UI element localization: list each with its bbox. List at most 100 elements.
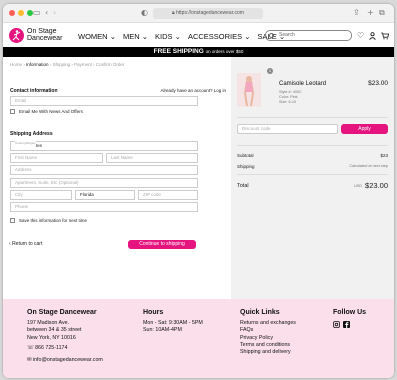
product-style: Style #: 400C [279, 90, 302, 94]
country-select[interactable]: Country/Region United States [10, 139, 198, 151]
product-size: Size: 6-10 [279, 100, 297, 104]
subtotal-value: $23 [380, 153, 388, 158]
chevron-down-icon: ⌄ [244, 32, 251, 41]
return-to-cart-link[interactable]: ‹ Return to cart [9, 241, 42, 247]
discount-code-input[interactable]: Discount code [237, 124, 338, 134]
back-icon[interactable]: ‹ [45, 8, 48, 18]
phone-field[interactable]: Phone [10, 202, 198, 212]
last-name-field[interactable]: Last Name [106, 153, 198, 163]
quantity-badge: 1 [267, 68, 273, 74]
save-info-checkbox[interactable] [10, 218, 15, 223]
footer-link-returns[interactable]: Returns and exchanges [240, 320, 296, 327]
store-email[interactable]: ✉ info@onstagedancewear.com [27, 357, 103, 364]
brand-line-1: On Stage [27, 28, 57, 35]
chevron-down-icon: ⌄ [109, 32, 116, 41]
dancer-icon [12, 30, 21, 41]
footer-follow-title: Follow Us [333, 309, 367, 316]
subtotal-label: Subtotal [237, 153, 254, 158]
divider [237, 174, 388, 175]
product-name: Camisole Leotard [279, 81, 327, 87]
breadcrumb-home[interactable]: Home [10, 62, 22, 67]
search-input[interactable]: Search [265, 30, 352, 41]
nav-women[interactable]: WOMEN ⌄ [78, 32, 116, 41]
divider [237, 145, 388, 146]
nav-kids[interactable]: KIDS ⌄ [155, 32, 181, 41]
instagram-icon[interactable] [333, 321, 340, 328]
newsletter-checkbox[interactable] [10, 109, 15, 114]
footer-link-shipping[interactable]: Shipping and delivery [240, 349, 296, 356]
nav-accessories[interactable]: ACCESSORIES ⌄ [188, 32, 251, 41]
save-info-label: Save this information for next time [19, 218, 88, 223]
facebook-icon[interactable] [343, 321, 350, 328]
apply-button[interactable]: Apply [341, 124, 388, 134]
login-link[interactable]: Already have an account? Log in [160, 88, 226, 93]
footer-link-privacy[interactable]: Privacy Policy [240, 335, 296, 342]
banner-subtext: on orders over $50 [205, 49, 244, 54]
city-field[interactable]: City [10, 190, 72, 200]
brand-name[interactable]: On Stage Dancewear [27, 28, 62, 42]
site-footer: On Stage Dancewear 197 Madison Ave. betw… [3, 299, 394, 378]
address-line-1: 197 Madison Ave. [27, 320, 70, 326]
footer-link-faqs[interactable]: FAQs [240, 327, 296, 334]
account-icon[interactable] [369, 32, 376, 42]
banner-title: FREE SHIPPING [153, 48, 204, 55]
shipping-address-title: Shipping Address [10, 131, 53, 137]
nav-label: MEN [122, 32, 140, 41]
nav-label: WOMEN [78, 32, 108, 41]
share-icon[interactable]: ⇪ [353, 8, 360, 18]
currency-code: USD [353, 184, 362, 188]
window-controls [9, 10, 33, 16]
footer-links-title: Quick Links [240, 309, 280, 316]
main-nav: WOMEN ⌄ MEN ⌄ KIDS ⌄ ACCESSORIES ⌄ SALE … [78, 32, 285, 41]
quick-links: Returns and exchanges FAQs Privacy Polic… [240, 320, 296, 356]
continue-to-shipping-button[interactable]: Continue to shipping [128, 240, 196, 249]
forward-icon[interactable]: › [53, 8, 56, 18]
zip-field[interactable]: ZIP code [138, 190, 198, 200]
wishlist-heart-icon[interactable]: ♡ [357, 32, 364, 40]
url-text: https://onstagedancewear.com [176, 10, 244, 16]
breadcrumb-confirm-order: Confirm Order [95, 62, 125, 67]
store-address: 197 Madison Ave. between 34 & 35 street … [27, 320, 81, 342]
search-placeholder: Search [279, 32, 295, 38]
new-tab-icon[interactable]: + [367, 8, 374, 18]
first-name-field[interactable]: First Name [10, 153, 103, 163]
country-label: Country/Region [15, 139, 36, 147]
address-bar[interactable]: 🔒︎ https://onstagedancewear.com [153, 8, 263, 19]
checkout-form: Home › Information › Shipping › Payment … [3, 57, 231, 299]
total-label: Total [237, 183, 249, 189]
return-label: Return to cart [12, 241, 43, 247]
free-shipping-banner: FREE SHIPPING on orders over $50 [3, 47, 394, 57]
sidebar-toggle-icon[interactable]: ▭ [33, 8, 41, 18]
hours-line-1: Mon - Sat: 9:30AM - 5PM [143, 320, 203, 326]
lock-icon: 🔒︎ [172, 10, 175, 16]
address-field[interactable]: Address [10, 165, 198, 175]
email-field[interactable]: Email [10, 96, 198, 106]
apartment-field[interactable]: Apartment, Suite, Etc (Optional) [10, 178, 198, 188]
footer-hours-title: Hours [143, 309, 164, 316]
store-phone[interactable]: ☏ 866 725-1174 [27, 345, 67, 352]
site-header: On Stage Dancewear WOMEN ⌄ MEN ⌄ KIDS ⌄ … [3, 24, 394, 47]
cart-icon[interactable] [381, 32, 390, 42]
product-image [237, 73, 261, 107]
product-color: Color: Pink [279, 95, 298, 99]
breadcrumb-payment: Payment [74, 62, 92, 67]
email-text: info@onstagedancewear.com [32, 357, 103, 363]
browser-toolbar: ▭ ‹ › ◐ 🔒︎ https://onstagedancewear.com … [3, 4, 394, 23]
nav-label: KIDS [155, 32, 173, 41]
nav-men[interactable]: MEN ⌄ [123, 32, 148, 41]
logo-icon[interactable] [9, 28, 24, 43]
browser-window: ▭ ‹ › ◐ 🔒︎ https://onstagedancewear.com … [3, 4, 394, 378]
chevron-down-icon: ⌄ [174, 32, 181, 41]
state-select[interactable]: Florida [75, 190, 135, 200]
shipping-value: Calculated at next step [349, 164, 388, 168]
footer-link-terms[interactable]: Terms and conditions [240, 342, 296, 349]
minimize-window-button[interactable] [18, 10, 24, 16]
close-window-button[interactable] [9, 10, 15, 16]
shipping-label: Shipping [237, 164, 255, 169]
nav-label: ACCESSORIES [187, 32, 243, 41]
newsletter-label: Email Me With News And Offers [19, 109, 83, 114]
shield-icon[interactable]: ◐ [141, 8, 148, 18]
phone-text: 866 725-1174 [35, 345, 68, 351]
search-icon [269, 33, 274, 38]
tab-overview-icon[interactable]: ⧉ [379, 8, 385, 18]
